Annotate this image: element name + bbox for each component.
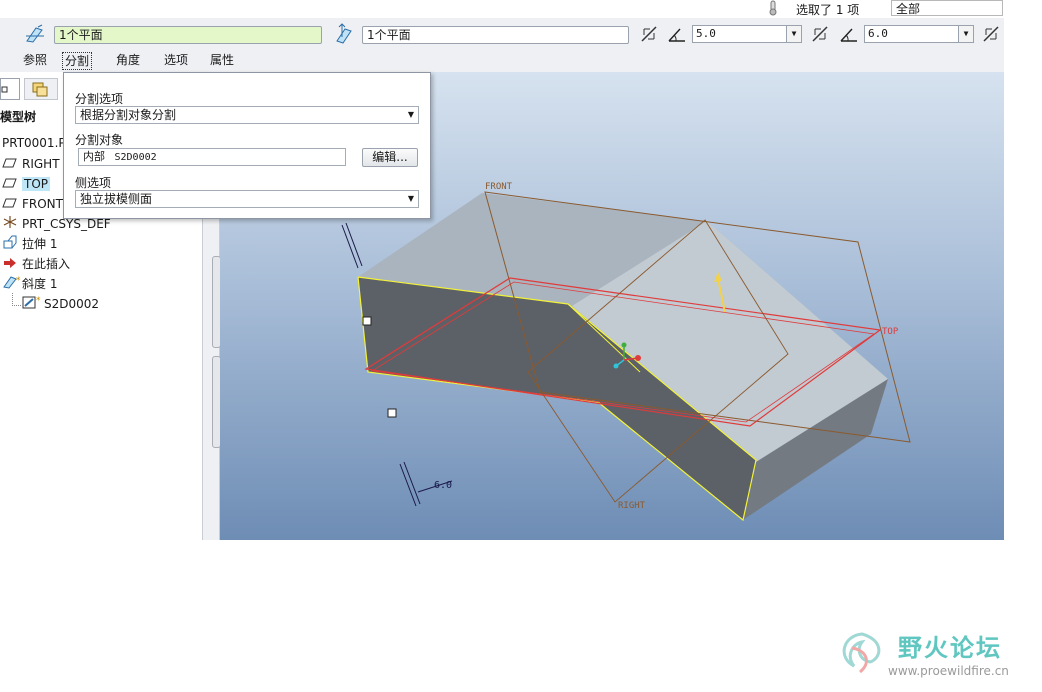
extrude-icon xyxy=(2,235,18,254)
tab-properties[interactable]: 属性 xyxy=(208,52,236,68)
tree-item-label: 斜度 1 xyxy=(22,277,58,291)
draft-angle-1-combo[interactable]: 5.0 ▼ xyxy=(692,25,802,43)
status-strip: 选取了 1 项 全部 xyxy=(0,0,1042,18)
thermometer-icon xyxy=(766,0,780,19)
flip-direction-icon[interactable] xyxy=(809,23,831,45)
datum-plane-icon xyxy=(2,156,18,174)
dimension-value[interactable]: 6.0 xyxy=(434,480,452,491)
split-options-label: 分割选项 xyxy=(75,92,124,106)
angle-icon xyxy=(838,23,860,45)
angle-icon xyxy=(666,23,688,45)
side-options-value: 独立拔模侧面 xyxy=(80,192,153,206)
split-options-panel: 分割选项 根据分割对象分割 ▼ 分割对象 内部 S2D0002 编辑... 侧选… xyxy=(63,72,431,219)
pull-direction-field[interactable]: 1个平面 xyxy=(362,26,629,44)
tree-item-label: S2D0002 xyxy=(44,297,100,311)
drag-handle[interactable] xyxy=(387,408,397,418)
draft-angle-1-value: 5.0 xyxy=(696,27,716,40)
datum-label-front: FRONT xyxy=(485,182,513,192)
chevron-down-icon: ▼ xyxy=(407,110,414,119)
split-object-label: 分割对象 xyxy=(75,133,124,147)
edit-sketch-button[interactable]: 编辑... xyxy=(362,148,418,167)
draft-hinge-icon[interactable] xyxy=(24,23,46,45)
sketch-icon: * xyxy=(22,295,44,314)
selection-filter-select[interactable]: 全部 xyxy=(891,0,1003,16)
tree-item-extrude[interactable]: 拉伸 1 xyxy=(2,235,57,253)
flip-direction-icon[interactable] xyxy=(638,23,660,45)
layer-tree-tab[interactable] xyxy=(24,78,58,100)
split-object-type: 内部 xyxy=(83,150,105,163)
draft-angle-2-combo[interactable]: 6.0 ▼ xyxy=(864,25,974,43)
datum-label-right: RIGHT xyxy=(618,501,646,511)
svg-text:*: * xyxy=(16,276,21,286)
tree-item-label: PRT_CSYS_DEF xyxy=(22,217,111,231)
chevron-down-icon[interactable]: ▼ xyxy=(958,26,973,42)
side-options-label: 侧选项 xyxy=(75,176,112,190)
draft-feature-icon: * xyxy=(2,275,22,294)
side-options-select[interactable]: 独立拔模侧面 ▼ xyxy=(75,190,419,208)
watermark-title: 野火论坛 xyxy=(898,634,1002,662)
tree-item-sketch[interactable]: * S2D0002 xyxy=(22,295,99,313)
tree-item-label: 在此插入 xyxy=(22,257,71,271)
draft-dashboard: 1个平面 1个平面 5.0 ▼ 6.0 ▼ xyxy=(0,18,1004,73)
tree-item-part[interactable]: PRT0001.P xyxy=(2,134,66,152)
tree-item-right[interactable]: RIGHT xyxy=(2,155,60,173)
datum-plane-icon xyxy=(2,196,18,214)
tab-angles[interactable]: 角度 xyxy=(114,52,142,68)
flame-logo-icon xyxy=(842,632,881,674)
draft-surface-field[interactable]: 1个平面 xyxy=(54,26,322,44)
flip-direction-icon[interactable] xyxy=(980,23,1002,45)
svg-text:*: * xyxy=(36,296,41,306)
split-object-field[interactable]: 内部 S2D0002 xyxy=(78,148,346,166)
split-options-select[interactable]: 根据分割对象分割 ▼ xyxy=(75,106,419,124)
tab-split[interactable]: 分割 xyxy=(62,52,93,70)
tree-item-draft[interactable]: * 斜度 1 xyxy=(2,275,57,293)
tab-options[interactable]: 选项 xyxy=(162,52,190,68)
tree-connector xyxy=(12,293,21,306)
watermark-url: www.proewildfire.cn xyxy=(888,664,1009,678)
drag-handle[interactable] xyxy=(362,316,372,326)
model-tree-header: 模型树 xyxy=(0,110,37,124)
tree-item-label: PRT0001.P xyxy=(2,136,66,150)
insert-arrow-icon xyxy=(2,256,18,274)
tree-item-label: RIGHT xyxy=(22,157,60,171)
tree-item-label: 拉伸 1 xyxy=(22,237,58,251)
split-object-value: S2D0002 xyxy=(114,152,157,163)
draft-angle-2-value: 6.0 xyxy=(868,27,888,40)
tab-references[interactable]: 参照 xyxy=(21,52,49,68)
tree-item-label: FRONT xyxy=(22,197,63,211)
chevron-down-icon: ▼ xyxy=(407,194,414,203)
pull-direction-icon[interactable] xyxy=(333,23,355,45)
tree-item-front[interactable]: FRONT xyxy=(2,195,63,213)
chevron-down-icon[interactable]: ▼ xyxy=(786,26,801,42)
forum-watermark: 野火论坛 www.proewildfire.cn xyxy=(832,628,1032,686)
csys-icon xyxy=(2,215,18,234)
model-tree-tab[interactable] xyxy=(0,78,20,100)
datum-plane-icon xyxy=(2,176,18,194)
tree-item-label: TOP xyxy=(22,177,51,191)
selection-count-text: 选取了 1 项 xyxy=(796,3,860,17)
tree-item-top[interactable]: TOP xyxy=(2,175,51,194)
datum-label-top: TOP xyxy=(882,327,899,337)
tree-item-insert-here[interactable]: 在此插入 xyxy=(2,255,70,273)
split-options-value: 根据分割对象分割 xyxy=(80,108,177,122)
